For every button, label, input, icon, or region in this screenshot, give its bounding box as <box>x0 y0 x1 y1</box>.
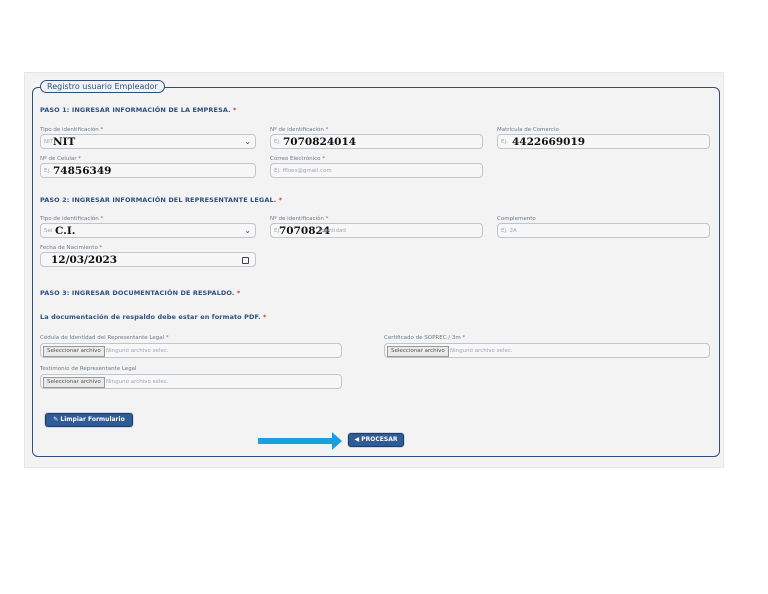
certificado-select-file-button[interactable]: Seleccionar archivo <box>387 346 449 357</box>
matricula-label: Matrícula de Comercio <box>497 127 559 133</box>
step-3-title: PASO 3: INGRESAR DOCUMENTACIÓN DE RESPAL… <box>40 289 240 297</box>
rep-tipo-id-placeholder: Sel <box>44 228 53 234</box>
step-2-title: PASO 2: INGRESAR INFORMACIÓN DEL REPRESE… <box>40 196 282 204</box>
process-button[interactable]: ◀ PROCESAR <box>348 433 404 447</box>
fecha-nac-value: 12/03/2023 <box>51 254 118 266</box>
step-3-text: PASO 3: INGRESAR DOCUMENTACIÓN DE RESPAL… <box>40 289 235 297</box>
rep-tipo-id-value: C.I. <box>55 225 76 237</box>
correo-input[interactable]: Ej. ffloes@gmail.com <box>270 163 483 178</box>
eraser-icon: ✎ <box>53 416 59 423</box>
process-label: PROCESAR <box>361 436 398 443</box>
certificado-label: Certificado de SOPREC / 3m * <box>384 335 466 341</box>
cedula-select-file-button[interactable]: Seleccionar archivo <box>43 346 105 357</box>
calendar-icon[interactable] <box>242 257 249 264</box>
rep-nro-id-input[interactable]: Ej. 7070824 identidad <box>270 223 483 238</box>
required-mark: * <box>233 106 237 114</box>
matricula-value: 4422669019 <box>512 136 586 148</box>
required-mark: * <box>236 289 241 297</box>
correo-placeholder: Ej. ffloes@gmail.com <box>274 168 332 174</box>
matricula-input[interactable]: Ej. 4422669019 <box>497 134 710 149</box>
fecha-nac-input[interactable]: 12/03/2023 <box>40 252 256 267</box>
empresa-tipo-id-placeholder: NIT <box>44 139 54 145</box>
arrow-indicator-line <box>258 438 334 444</box>
step-2-text: PASO 2: INGRESAR INFORMACIÓN DEL REPRESE… <box>40 196 277 204</box>
cedula-file-input[interactable]: Seleccionar archivo Ninguno archivo sele… <box>40 343 342 358</box>
fecha-nac-label: Fecha de Nacimiento * <box>40 245 103 251</box>
empresa-nro-id-placeholder: Ej. <box>274 139 281 145</box>
send-icon: ◀ <box>354 436 360 443</box>
arrow-right-icon <box>332 432 342 450</box>
celular-value: 74856349 <box>53 165 112 177</box>
complemento-placeholder: Ej. 2A <box>501 228 517 234</box>
rep-tipo-id-label: Tipo de identificación * <box>40 216 104 222</box>
clear-form-button[interactable]: ✎ Limpiar Formulario <box>45 413 133 427</box>
chevron-down-icon: ⌄ <box>244 226 251 235</box>
form-legend: Registro usuario Empleador <box>40 80 165 93</box>
doc-format-text: La documentación de respaldo debe estar … <box>40 313 261 321</box>
rep-nro-id-label: Nº de identificación * <box>270 216 329 222</box>
complemento-label: Complemento <box>497 216 536 222</box>
empresa-tipo-id-select[interactable]: NIT NIT ⌄ <box>40 134 256 149</box>
testimonio-file-input[interactable]: Seleccionar archivo Ninguno archivo sele… <box>40 374 342 389</box>
correo-label: Correo Electrónico * <box>270 156 325 162</box>
step-1-text: PASO 1: INGRESAR INFORMACIÓN DE LA EMPRE… <box>40 106 231 114</box>
rep-nro-id-suffix: identidad <box>320 228 346 234</box>
complemento-input[interactable]: Ej. 2A <box>497 223 710 238</box>
required-mark: * <box>263 313 267 321</box>
empresa-tipo-id-label: Tipo de identificación * <box>40 127 104 133</box>
cedula-file-status: Ninguno archivo selec. <box>106 348 169 354</box>
doc-format-note: La documentación de respaldo debe estar … <box>40 313 267 321</box>
celular-label: Nº de Celular * <box>40 156 81 162</box>
testimonio-file-status: Ninguno archivo selec. <box>106 379 169 385</box>
empresa-nro-id-label: Nº de identificación * <box>270 127 329 133</box>
celular-placeholder: Ej. <box>44 168 51 174</box>
clear-form-label: Limpiar Formulario <box>60 416 125 423</box>
chevron-down-icon: ⌄ <box>244 137 251 146</box>
cedula-label: Cédula de Identidad del Representante Le… <box>40 335 169 341</box>
certificado-file-status: Ninguno archivo selec. <box>450 348 513 354</box>
testimonio-label: Testimonio de Representante Legal <box>40 366 137 372</box>
certificado-file-input[interactable]: Seleccionar archivo Ninguno archivo sele… <box>384 343 710 358</box>
empresa-nro-id-input[interactable]: Ej. 7070824014 <box>270 134 483 149</box>
celular-input[interactable]: Ej. 74856349 <box>40 163 256 178</box>
rep-tipo-id-select[interactable]: Sel C.I. ⌄ <box>40 223 256 238</box>
testimonio-select-file-button[interactable]: Seleccionar archivo <box>43 377 105 388</box>
matricula-placeholder: Ej. <box>501 139 508 145</box>
empresa-tipo-id-value: NIT <box>53 136 76 148</box>
step-1-title: PASO 1: INGRESAR INFORMACIÓN DE LA EMPRE… <box>40 106 237 114</box>
required-mark: * <box>278 196 283 204</box>
empresa-nro-id-value: 7070824014 <box>283 136 357 148</box>
